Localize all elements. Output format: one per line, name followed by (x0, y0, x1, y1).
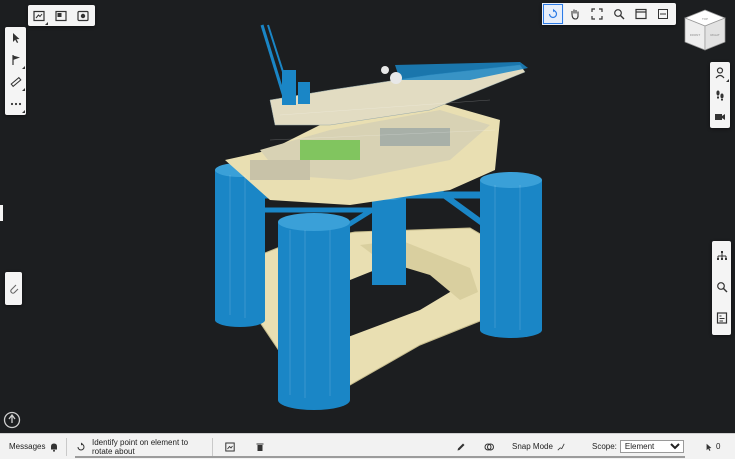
messages-button[interactable]: Messages (9, 434, 59, 459)
video-camera-button[interactable] (709, 106, 731, 128)
footprints-button[interactable] (709, 84, 731, 106)
selection-count-value: 0 (716, 442, 721, 451)
select-icon (12, 33, 19, 43)
status-bar: Messages Identify point on element to ro… (0, 433, 735, 459)
layers-icon (484, 443, 494, 450)
messages-label: Messages (9, 442, 46, 451)
view-attributes-icon (225, 442, 235, 451)
offshore-platform-model (215, 24, 542, 410)
attach-icon (9, 284, 18, 294)
dropdown-indicator (21, 110, 25, 113)
search-icon (716, 282, 727, 293)
measure-button[interactable] (5, 71, 27, 93)
divider (212, 438, 213, 456)
walk-icon (715, 67, 725, 79)
rotate-button[interactable] (542, 3, 564, 25)
panels-toolbar (712, 241, 731, 335)
markup-toolbar (5, 272, 22, 305)
dropdown-indicator (21, 88, 25, 91)
app-logo (3, 411, 21, 429)
window-area-button[interactable] (630, 3, 652, 25)
tools-toolbar (5, 27, 26, 115)
camera-button[interactable] (72, 5, 94, 27)
scope-select[interactable]: Element (619, 440, 684, 453)
dropdown-indicator (726, 79, 729, 82)
cube-front-label: FRONT (690, 33, 700, 37)
view-cube-icon: TOP FRONT RIGHT (684, 9, 726, 51)
pencil-icon (457, 443, 465, 450)
window-area-icon (635, 8, 647, 20)
dropdown-indicator (45, 21, 48, 25)
dropdown-indicator (21, 66, 25, 69)
divider (66, 438, 67, 456)
footprints-icon (716, 90, 724, 101)
3d-viewport[interactable] (0, 0, 735, 433)
fit-view-icon (591, 8, 603, 20)
prompt-text: Identify point on element to rotate abou… (92, 437, 189, 456)
cursor-icon (706, 443, 712, 451)
view-toolbar (28, 5, 95, 26)
view-cube[interactable]: TOP FRONT RIGHT (681, 6, 729, 54)
properties-button[interactable] (711, 303, 733, 333)
zoom-button[interactable] (608, 3, 630, 25)
selection-count[interactable]: 0 (705, 434, 720, 459)
search-button[interactable] (711, 271, 733, 303)
walk-button[interactable] (709, 62, 731, 84)
section-icon (658, 9, 668, 19)
rotate-tool-icon (77, 442, 85, 450)
horizontal-scrollbar[interactable] (75, 456, 685, 458)
more-button[interactable] (5, 93, 27, 115)
flag-icon (11, 55, 20, 65)
camera-toolbar (710, 62, 730, 128)
fit-view-button[interactable] (586, 3, 608, 25)
tree-button[interactable] (711, 241, 733, 271)
video-camera-icon (715, 114, 725, 120)
logo-icon (3, 411, 21, 429)
navigation-toolbar (542, 3, 676, 25)
rotate-icon (548, 8, 558, 19)
pan-icon (571, 9, 579, 20)
zoom-icon (614, 9, 625, 20)
flag-button[interactable] (5, 49, 27, 71)
measure-icon (10, 76, 21, 88)
view-icon (33, 10, 45, 21)
select-button[interactable] (5, 27, 27, 49)
section-button[interactable] (652, 3, 674, 25)
render-mode-button[interactable] (50, 5, 72, 27)
more-icon (10, 102, 21, 106)
tree-icon (716, 251, 727, 260)
scope-label: Scope: (592, 442, 617, 451)
pan-button[interactable] (564, 3, 586, 25)
cube-right-label: RIGHT (710, 33, 720, 37)
camera-icon (77, 10, 89, 21)
snap-icon (557, 443, 565, 450)
cube-top-label: TOP (702, 17, 708, 21)
bell-icon (51, 443, 58, 452)
trash-icon (256, 443, 264, 451)
properties-icon (716, 312, 727, 324)
render-mode-icon (55, 10, 67, 21)
snap-mode-label: Snap Mode (512, 442, 553, 451)
view-button[interactable] (28, 5, 50, 27)
markup-button[interactable] (5, 272, 22, 305)
left-panel-handle[interactable] (0, 205, 3, 221)
